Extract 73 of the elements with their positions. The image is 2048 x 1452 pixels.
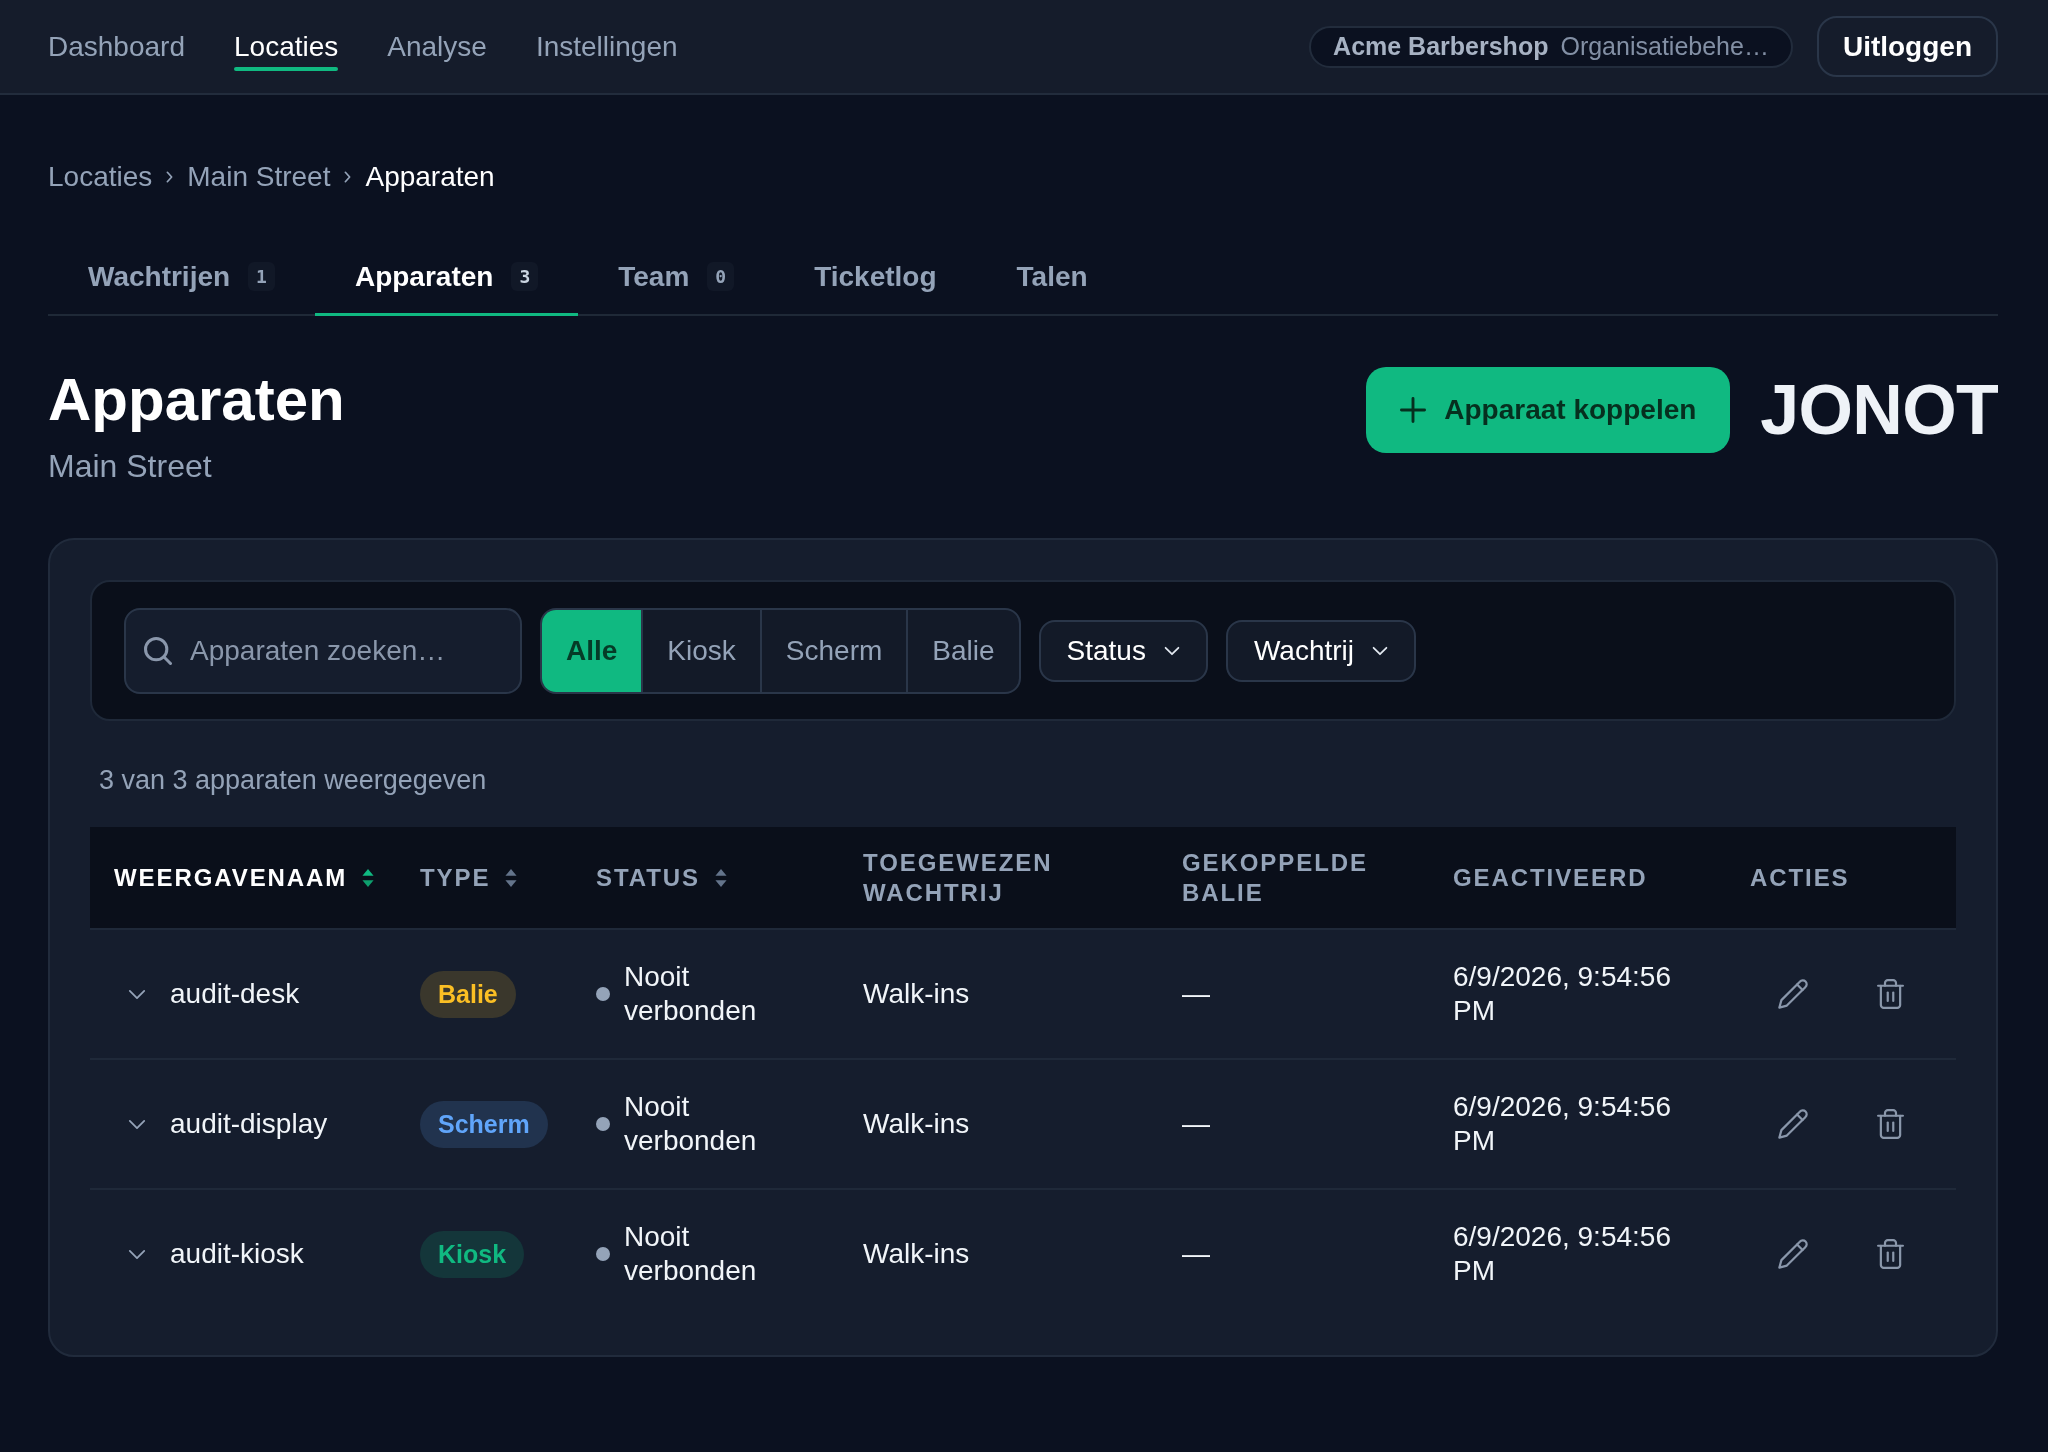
chevron-right-icon <box>166 171 174 183</box>
add-device-button[interactable]: Apparaat koppelen <box>1366 367 1731 453</box>
column-header: STATUS <box>596 862 700 893</box>
chevron-right-icon <box>344 171 352 183</box>
chevron-down-icon[interactable] <box>128 1248 146 1260</box>
table-cell-text: 6/9/2026, 9:54:56 PM <box>1453 1090 1672 1158</box>
chevron-down-icon[interactable] <box>128 988 146 1000</box>
trash-icon <box>1876 1239 1904 1269</box>
pencil-icon <box>1778 1239 1808 1269</box>
device-name: audit-display <box>170 1107 328 1141</box>
nav-link[interactable]: Instellingen <box>535 22 678 71</box>
tab[interactable]: Apparaten 3 <box>314 240 579 316</box>
tab[interactable]: Team 0 <box>578 240 775 316</box>
type-label: Kiosk <box>438 1240 507 1268</box>
tab[interactable]: Talen <box>976 240 1128 316</box>
tab[interactable]: Ticketlog <box>774 240 977 316</box>
column-header: GEACTIVEERD <box>1453 862 1648 893</box>
status-text: Nooit verbonden <box>624 960 758 1028</box>
table-cell: Walk-ins <box>863 1238 970 1269</box>
plus-icon <box>1400 397 1427 423</box>
pencil-icon <box>1778 1109 1808 1139</box>
type-filter-option[interactable]: Alle <box>542 609 642 692</box>
search-icon <box>144 636 172 665</box>
column-header: TYPE <box>420 862 491 893</box>
nav-link[interactable]: Analyse <box>387 22 487 71</box>
table-cell: Walk-ins <box>863 1108 970 1139</box>
sort-icon[interactable] <box>504 867 519 888</box>
device-name: audit-desk <box>170 977 300 1011</box>
tab[interactable]: Wachtrijen 1 <box>48 240 315 316</box>
chevron-down-icon <box>1372 645 1389 656</box>
nav-link[interactable]: Dashboard <box>48 22 185 71</box>
table-cell: — <box>1182 1238 1210 1269</box>
table-cell: — <box>1182 1108 1210 1139</box>
device-name: audit-kiosk <box>170 1237 304 1271</box>
page-title: Apparaten <box>48 367 345 433</box>
status-text: Nooit verbonden <box>624 1090 758 1158</box>
chevron-down-icon[interactable] <box>128 1118 146 1130</box>
user-role: Organisatiebehe… <box>1560 30 1769 62</box>
result-count: 3 van 3 apparaten weergegeven <box>98 764 488 797</box>
brand-logo: JONOT <box>1760 374 1998 446</box>
column-header: WEERGAVENAAM <box>114 862 348 893</box>
table-cell: Walk-ins <box>863 978 970 1009</box>
count-badge: 0 <box>707 262 735 291</box>
chevron-down-icon <box>1163 645 1180 656</box>
logout-button[interactable]: Uitloggen <box>1816 16 1998 77</box>
table-cell: — <box>1182 978 1210 1009</box>
filter-dropdown[interactable]: Wachtrij <box>1225 619 1417 682</box>
column-header: GEKOPPELDE BALIE <box>1182 847 1369 908</box>
organization-name: Acme Barbershop <box>1333 30 1549 62</box>
page-subtitle: Main Street <box>48 447 213 486</box>
status-text: Nooit verbonden <box>624 1220 758 1288</box>
nav-link[interactable]: Locaties <box>234 22 339 71</box>
trash-icon <box>1876 1109 1904 1139</box>
search-field[interactable]: Apparaten zoeken… <box>124 607 522 694</box>
type-filter-option[interactable]: Scherm <box>759 609 907 692</box>
count-badge: 1 <box>248 262 275 291</box>
sort-icon[interactable] <box>361 867 376 888</box>
trash-icon <box>1876 979 1904 1009</box>
pencil-icon <box>1778 979 1808 1009</box>
breadcrumb-link[interactable]: Main Street <box>187 160 331 194</box>
count-badge: 3 <box>511 262 539 291</box>
type-label: Scherm <box>438 1110 530 1138</box>
type-filter-option[interactable]: Kiosk <box>641 609 760 692</box>
table-cell-text: 6/9/2026, 9:54:56 PM <box>1453 960 1672 1028</box>
breadcrumb-link[interactable]: Apparaten <box>365 160 495 194</box>
breadcrumb-link[interactable]: Locaties <box>48 160 153 194</box>
column-header: ACTIES <box>1750 862 1850 893</box>
column-header: TOEGEWEZEN WACHTRIJ <box>863 847 1054 908</box>
table-cell-text: 6/9/2026, 9:54:56 PM <box>1453 1220 1672 1288</box>
sort-icon[interactable] <box>713 867 728 888</box>
type-filter-option[interactable]: Balie <box>906 609 1019 692</box>
type-label: Balie <box>438 980 498 1008</box>
filter-dropdown[interactable]: Status <box>1038 619 1208 682</box>
